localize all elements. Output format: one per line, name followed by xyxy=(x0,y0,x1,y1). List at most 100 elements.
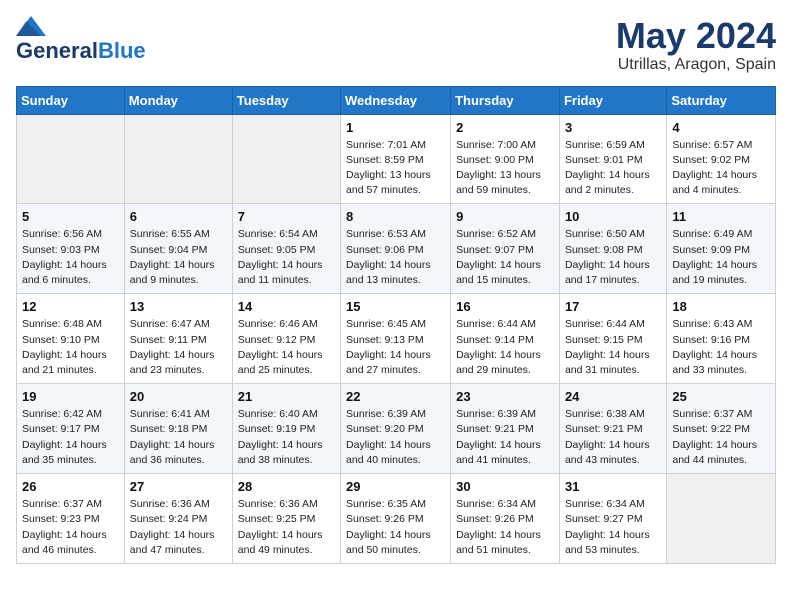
header-day-sunday: Sunday xyxy=(17,86,125,114)
day-info: Sunrise: 6:40 AMSunset: 9:19 PMDaylight:… xyxy=(238,407,335,468)
day-info: Sunrise: 6:54 AMSunset: 9:05 PMDaylight:… xyxy=(238,227,335,288)
header-day-saturday: Saturday xyxy=(667,86,776,114)
day-info: Sunrise: 6:59 AMSunset: 9:01 PMDaylight:… xyxy=(565,138,661,199)
calendar-cell: 21 Sunrise: 6:40 AMSunset: 9:19 PMDayligh… xyxy=(232,384,340,474)
day-number: 7 xyxy=(238,209,335,224)
day-number: 3 xyxy=(565,120,661,135)
calendar-cell: 12 Sunrise: 6:48 AMSunset: 9:10 PMDayligh… xyxy=(17,294,125,384)
day-info: Sunrise: 7:01 AMSunset: 8:59 PMDaylight:… xyxy=(346,138,445,199)
calendar-cell: 28 Sunrise: 6:36 AMSunset: 9:25 PMDayligh… xyxy=(232,474,340,564)
day-info: Sunrise: 6:43 AMSunset: 9:16 PMDaylight:… xyxy=(672,317,770,378)
day-info: Sunrise: 6:52 AMSunset: 9:07 PMDaylight:… xyxy=(456,227,554,288)
calendar-cell: 26Sunrise: 6:37 AMSunset: 9:23 PMDayligh… xyxy=(17,474,125,564)
day-number: 30 xyxy=(456,479,554,494)
page-header: GeneralBlue May 2024 Utrillas, Aragon, S… xyxy=(16,16,776,74)
day-info: Sunrise: 6:56 AMSunset: 9:03 PMDaylight:… xyxy=(22,227,119,288)
day-number: 23 xyxy=(456,389,554,404)
calendar-cell: 6 Sunrise: 6:55 AMSunset: 9:04 PMDaylight… xyxy=(124,204,232,294)
day-number: 27 xyxy=(130,479,227,494)
day-info: Sunrise: 7:00 AMSunset: 9:00 PMDaylight:… xyxy=(456,138,554,199)
logo-blue-text: Blue xyxy=(98,38,146,63)
calendar-cell: 8 Sunrise: 6:53 AMSunset: 9:06 PMDaylight… xyxy=(341,204,451,294)
calendar-cell xyxy=(667,474,776,564)
calendar-header-row: SundayMondayTuesdayWednesdayThursdayFrid… xyxy=(17,86,776,114)
header-day-friday: Friday xyxy=(559,86,666,114)
day-number: 22 xyxy=(346,389,445,404)
day-number: 12 xyxy=(22,299,119,314)
week-row-5: 26Sunrise: 6:37 AMSunset: 9:23 PMDayligh… xyxy=(17,474,776,564)
day-number: 8 xyxy=(346,209,445,224)
calendar-cell: 24 Sunrise: 6:38 AMSunset: 9:21 PMDayligh… xyxy=(559,384,666,474)
day-number: 9 xyxy=(456,209,554,224)
calendar-cell: 11 Sunrise: 6:49 AMSunset: 9:09 PMDayligh… xyxy=(667,204,776,294)
title-block: May 2024 Utrillas, Aragon, Spain xyxy=(616,16,776,74)
calendar-cell: 13 Sunrise: 6:47 AMSunset: 9:11 PMDayligh… xyxy=(124,294,232,384)
day-info: Sunrise: 6:48 AMSunset: 9:10 PMDaylight:… xyxy=(22,317,119,378)
day-number: 20 xyxy=(130,389,227,404)
calendar-cell: 19 Sunrise: 6:42 AMSunset: 9:17 PMDayligh… xyxy=(17,384,125,474)
calendar-cell: 29Sunrise: 6:35 AMSunset: 9:26 PMDayligh… xyxy=(341,474,451,564)
header-day-thursday: Thursday xyxy=(451,86,560,114)
day-number: 26 xyxy=(22,479,119,494)
calendar-cell: 7 Sunrise: 6:54 AMSunset: 9:05 PMDaylight… xyxy=(232,204,340,294)
day-info: Sunrise: 6:36 AMSunset: 9:25 PMDaylight:… xyxy=(238,497,335,558)
calendar-cell: 31 Sunrise: 6:34 AMSunset: 9:27 PMDayligh… xyxy=(559,474,666,564)
day-info: Sunrise: 6:55 AMSunset: 9:04 PMDaylight:… xyxy=(130,227,227,288)
calendar-cell: 27 Sunrise: 6:36 AMSunset: 9:24 PMDayligh… xyxy=(124,474,232,564)
calendar-cell xyxy=(17,114,125,204)
day-number: 13 xyxy=(130,299,227,314)
day-info: Sunrise: 6:53 AMSunset: 9:06 PMDaylight:… xyxy=(346,227,445,288)
calendar-cell: 10 Sunrise: 6:50 AMSunset: 9:08 PMDayligh… xyxy=(559,204,666,294)
day-info: Sunrise: 6:41 AMSunset: 9:18 PMDaylight:… xyxy=(130,407,227,468)
day-info: Sunrise: 6:57 AMSunset: 9:02 PMDaylight:… xyxy=(672,138,770,199)
day-number: 1 xyxy=(346,120,445,135)
day-number: 16 xyxy=(456,299,554,314)
day-info: Sunrise: 6:39 AMSunset: 9:21 PMDaylight:… xyxy=(456,407,554,468)
day-info: Sunrise: 6:47 AMSunset: 9:11 PMDaylight:… xyxy=(130,317,227,378)
calendar-cell: 14Sunrise: 6:46 AMSunset: 9:12 PMDayligh… xyxy=(232,294,340,384)
logo-general: General xyxy=(16,38,98,63)
day-info: Sunrise: 6:34 AMSunset: 9:27 PMDaylight:… xyxy=(565,497,661,558)
day-number: 31 xyxy=(565,479,661,494)
calendar-cell xyxy=(124,114,232,204)
calendar-cell: 3 Sunrise: 6:59 AMSunset: 9:01 PMDaylight… xyxy=(559,114,666,204)
day-info: Sunrise: 6:34 AMSunset: 9:26 PMDaylight:… xyxy=(456,497,554,558)
day-number: 15 xyxy=(346,299,445,314)
location-text: Utrillas, Aragon, Spain xyxy=(616,56,776,74)
day-number: 5 xyxy=(22,209,119,224)
day-info: Sunrise: 6:36 AMSunset: 9:24 PMDaylight:… xyxy=(130,497,227,558)
day-info: Sunrise: 6:38 AMSunset: 9:21 PMDaylight:… xyxy=(565,407,661,468)
day-number: 4 xyxy=(672,120,770,135)
day-info: Sunrise: 6:45 AMSunset: 9:13 PMDaylight:… xyxy=(346,317,445,378)
calendar-cell: 4 Sunrise: 6:57 AMSunset: 9:02 PMDaylight… xyxy=(667,114,776,204)
calendar-table: SundayMondayTuesdayWednesdayThursdayFrid… xyxy=(16,86,776,564)
day-info: Sunrise: 6:50 AMSunset: 9:08 PMDaylight:… xyxy=(565,227,661,288)
calendar-cell: 9 Sunrise: 6:52 AMSunset: 9:07 PMDaylight… xyxy=(451,204,560,294)
day-info: Sunrise: 6:44 AMSunset: 9:15 PMDaylight:… xyxy=(565,317,661,378)
week-row-4: 19 Sunrise: 6:42 AMSunset: 9:17 PMDayligh… xyxy=(17,384,776,474)
day-number: 25 xyxy=(672,389,770,404)
day-number: 18 xyxy=(672,299,770,314)
day-number: 28 xyxy=(238,479,335,494)
day-number: 21 xyxy=(238,389,335,404)
calendar-cell: 22 Sunrise: 6:39 AMSunset: 9:20 PMDayligh… xyxy=(341,384,451,474)
day-number: 19 xyxy=(22,389,119,404)
calendar-cell: 2Sunrise: 7:00 AMSunset: 9:00 PMDaylight… xyxy=(451,114,560,204)
day-info: Sunrise: 6:49 AMSunset: 9:09 PMDaylight:… xyxy=(672,227,770,288)
week-row-3: 12 Sunrise: 6:48 AMSunset: 9:10 PMDayligh… xyxy=(17,294,776,384)
calendar-cell: 15 Sunrise: 6:45 AMSunset: 9:13 PMDayligh… xyxy=(341,294,451,384)
calendar-cell: 25Sunrise: 6:37 AMSunset: 9:22 PMDayligh… xyxy=(667,384,776,474)
day-number: 10 xyxy=(565,209,661,224)
day-number: 11 xyxy=(672,209,770,224)
week-row-2: 5 Sunrise: 6:56 AMSunset: 9:03 PMDaylight… xyxy=(17,204,776,294)
day-info: Sunrise: 6:42 AMSunset: 9:17 PMDaylight:… xyxy=(22,407,119,468)
day-number: 24 xyxy=(565,389,661,404)
calendar-cell: 17 Sunrise: 6:44 AMSunset: 9:15 PMDayligh… xyxy=(559,294,666,384)
day-info: Sunrise: 6:44 AMSunset: 9:14 PMDaylight:… xyxy=(456,317,554,378)
day-info: Sunrise: 6:39 AMSunset: 9:20 PMDaylight:… xyxy=(346,407,445,468)
calendar-cell: 5 Sunrise: 6:56 AMSunset: 9:03 PMDaylight… xyxy=(17,204,125,294)
calendar-cell: 30 Sunrise: 6:34 AMSunset: 9:26 PMDayligh… xyxy=(451,474,560,564)
day-number: 6 xyxy=(130,209,227,224)
day-number: 17 xyxy=(565,299,661,314)
calendar-cell xyxy=(232,114,340,204)
